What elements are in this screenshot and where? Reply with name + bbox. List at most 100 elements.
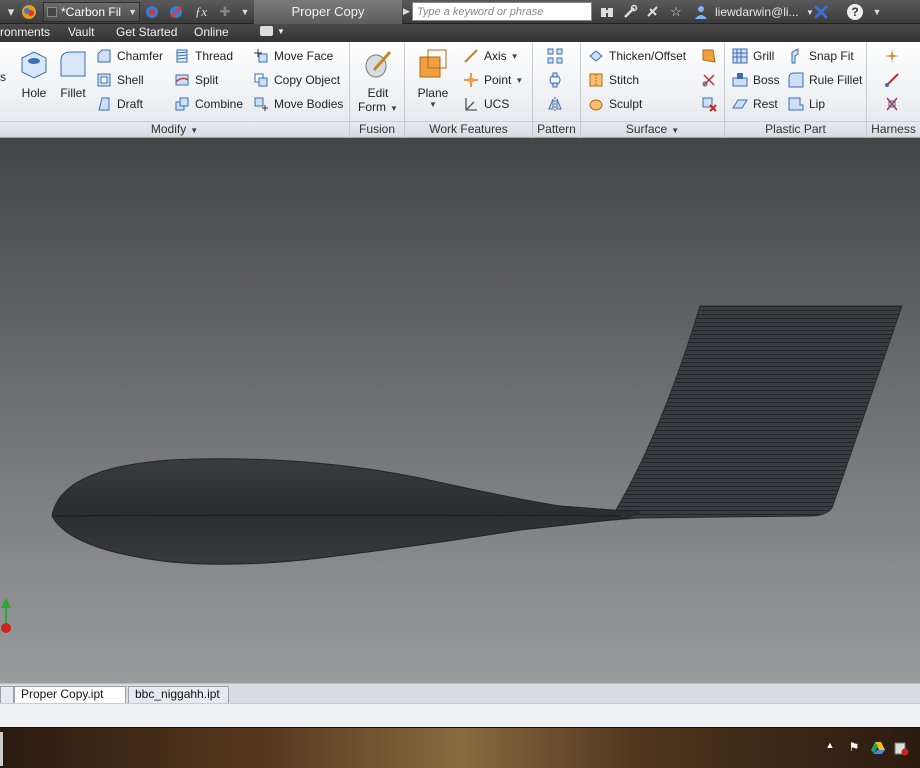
panel-surface-label[interactable]: Surface ▼ [581,121,724,137]
combine-button[interactable]: Combine [174,94,243,114]
copy-object-button[interactable]: Copy Object [253,70,340,90]
chevron-down-icon: ▼ [128,7,137,17]
exchange-x-icon[interactable] [812,3,830,21]
thicken-offset-button[interactable]: Thicken/Offset [588,46,686,66]
material-dropdown[interactable]: *Carbon Fil ▼ [43,2,140,22]
snap-fit-button[interactable]: Snap Fit [788,46,854,66]
axis-button[interactable]: Axis ▼ [463,46,519,66]
stitch-icon [589,73,603,87]
satellite-icon[interactable] [644,3,662,21]
lip-label: Lip [809,97,826,111]
thread-button[interactable]: Thread [174,46,233,66]
user-icon[interactable] [692,3,710,21]
tab-proper-copy[interactable]: Proper Copy.ipt ⊠ [14,686,126,716]
edit-form-icon [365,51,392,78]
origin-indicator [1,623,11,633]
harness-mirror-button[interactable] [884,94,905,114]
boss-label: Boss [753,73,780,87]
harness-route-button[interactable] [884,70,905,90]
harness-star-icon [885,49,899,63]
model-canvas [1,305,903,633]
hole-label: Hole [21,86,47,100]
shell-button[interactable]: Shell [96,70,144,90]
edit-form-button[interactable]: Edit Form ▼ [358,48,398,114]
qat-customize-icon[interactable]: ▼ [236,3,254,21]
action-center-flag-icon[interactable]: ⚑ [846,740,862,756]
point-button[interactable]: Point ▼ [463,70,523,90]
draft-button[interactable]: Draft [96,94,143,114]
boss-button[interactable]: Boss [732,70,780,90]
help-icon[interactable]: ? [846,3,864,21]
stitch-button[interactable]: Stitch [588,70,639,90]
rule-fillet-label: Rule Fillet [809,73,863,87]
chevron-down-icon: ▼ [390,104,398,113]
plane-button[interactable]: Plane ▼ [413,48,453,109]
tab-online[interactable]: Online [194,25,229,39]
graphics-viewport[interactable] [0,138,920,683]
move-face-icon [254,49,268,63]
rest-label: Rest [753,97,778,111]
rest-button[interactable]: Rest [732,94,778,114]
move-bodies-icon [254,97,268,111]
material-swatch [47,7,57,17]
split-button[interactable]: Split [174,70,218,90]
snap-fit-icon [791,48,799,64]
search-expand-icon[interactable]: ▶ [403,6,410,17]
chamfer-button[interactable]: Chamfer [96,46,163,66]
tab-environments[interactable]: ronments [0,25,50,39]
axis-label: Axis [484,49,507,63]
rule-fillet-button[interactable]: Rule Fillet [788,70,862,90]
harness-mirror-icon [886,97,898,111]
tab-scroll-left[interactable] [0,686,14,703]
tab-vault[interactable]: Vault [68,25,94,39]
user-account[interactable]: liewdarwin@li... [715,5,799,19]
inventor-window: ▾ *Carbon Fil ▼ ƒx ✚ ▼ Proper Copy ▶ Typ… [0,0,920,768]
ucs-button[interactable]: UCS [463,94,509,114]
grill-button[interactable]: Grill [732,46,774,66]
mirror-button[interactable] [547,94,568,114]
trim-button[interactable] [701,70,722,90]
fillet-button[interactable]: Fillet [56,48,90,100]
delete-face-icon [702,97,717,112]
search-input[interactable]: Type a keyword or phrase [412,2,592,21]
tab-get-started[interactable]: Get Started [116,25,177,39]
app-menu-icon[interactable]: ▾ [2,3,20,21]
tray-expand-icon[interactable]: ▲ [822,740,838,756]
copy-object-icon [254,73,268,87]
circular-pattern-button[interactable] [547,70,568,90]
add-icon[interactable]: ✚ [216,3,234,21]
harness-create-button[interactable] [884,46,905,66]
form-label-text: Form [358,100,387,114]
patch-icon [702,49,716,63]
binoculars-icon[interactable] [598,3,616,21]
google-drive-icon[interactable] [870,740,886,756]
plane-icon [419,49,447,78]
move-bodies-button[interactable]: Move Bodies [253,94,343,114]
safely-remove-icon[interactable] [893,740,909,756]
patch-button[interactable] [701,46,722,66]
chevron-down-icon[interactable]: ▼ [277,27,285,36]
hole-button[interactable]: Hole [16,48,52,100]
camera-icon[interactable] [260,26,273,36]
panel-modify-label[interactable]: Modify ▼ [0,121,349,137]
fuselage-body [51,458,642,565]
sculpt-button[interactable]: Sculpt [588,94,642,114]
split-icon [175,74,189,86]
color-override-icon[interactable] [143,3,161,21]
favorites-star-icon[interactable]: ☆ [667,3,685,21]
ribbon-tab-row: ronments Vault Get Started Online ▼ [0,24,920,42]
tools-icon[interactable] [621,3,639,21]
rectangular-pattern-button[interactable] [547,46,568,66]
material-value: *Carbon Fil [61,5,122,19]
tab-bbc-niggahh[interactable]: bbc_niggahh.ipt [128,686,229,703]
panel-fusion-label: Fusion [350,121,404,137]
help-dropdown-icon[interactable]: ▼ [868,3,886,21]
delete-face-button[interactable] [701,94,722,114]
lip-button[interactable]: Lip [788,94,825,114]
move-bodies-label: Move Bodies [274,97,344,111]
move-face-button[interactable]: Move Face [253,46,333,66]
clear-appearance-icon[interactable] [167,3,185,21]
parameters-icon[interactable]: ƒx [192,3,210,21]
shell-icon [97,73,111,87]
appearance-icon[interactable] [20,3,38,21]
